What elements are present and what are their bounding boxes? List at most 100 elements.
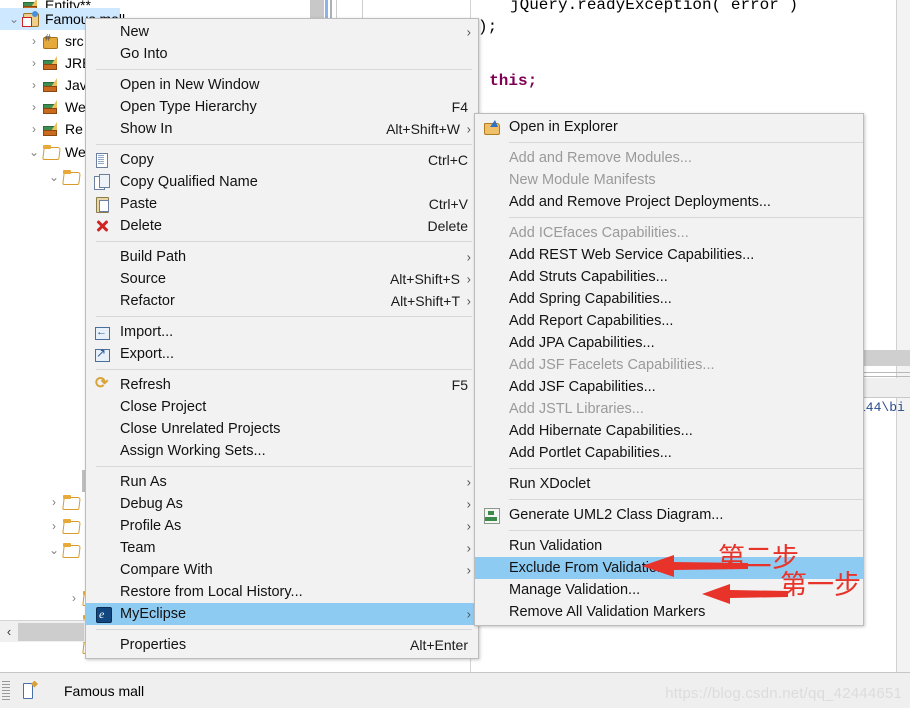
context-menu-item[interactable]: Profile As › — [86, 515, 478, 537]
menu-item-label: Profile As — [120, 518, 182, 534]
menu-separator — [96, 369, 472, 370]
context-menu-item[interactable]: Import... — [86, 321, 478, 343]
chevron-right-icon[interactable]: › — [26, 74, 42, 96]
chevron-right-icon[interactable]: › — [66, 587, 82, 609]
menu-separator — [509, 217, 863, 218]
context-menu-item[interactable]: Debug As › — [86, 493, 478, 515]
export-icon — [94, 345, 111, 362]
context-menu-item[interactable]: Refactor Alt+Shift+T › — [86, 290, 478, 312]
watermark-text: https://blog.csdn.net/qq_42444651 — [665, 685, 902, 702]
menu-separator — [96, 629, 472, 630]
menu-item-label: Assign Working Sets... — [120, 443, 266, 459]
submenu-item[interactable]: Add JSF Capabilities... — [475, 376, 863, 398]
context-menu-item[interactable]: Go Into — [86, 43, 478, 65]
submenu-item[interactable]: Generate UML2 Class Diagram... — [475, 504, 863, 526]
menu-item-label: Close Unrelated Projects — [120, 421, 281, 437]
context-menu-item[interactable]: Copy Qualified Name — [86, 171, 478, 193]
menu-item-shortcut: Ctrl+C — [427, 152, 468, 168]
status-grip-handle[interactable] — [2, 680, 10, 701]
editor-overview-ruler[interactable] — [896, 0, 910, 672]
submenu-item[interactable]: Add and Remove Project Deployments... — [475, 191, 863, 213]
context-menu-item[interactable]: Team › — [86, 537, 478, 559]
myeclipse-icon — [94, 606, 112, 623]
menu-item-label: Add and Remove Project Deployments... — [509, 194, 771, 210]
menu-item-shortcut: Delete — [427, 218, 468, 234]
myeclipse-submenu[interactable]: Open in Explorer Add and Remove Modules..… — [474, 113, 864, 626]
menu-item-label: Add JSF Facelets Capabilities... — [509, 357, 715, 373]
chevron-down-icon[interactable]: ⌄ — [26, 141, 42, 163]
folder-icon — [62, 518, 80, 534]
chevron-right-icon: › — [466, 121, 471, 137]
menu-separator — [509, 142, 863, 143]
chevron-right-icon[interactable]: › — [26, 96, 42, 118]
menu-item-label: Add Hibernate Capabilities... — [509, 423, 693, 439]
chevron-right-icon[interactable]: › — [26, 30, 42, 52]
chevron-down-icon[interactable]: ⌄ — [46, 539, 62, 561]
tree-item-label: Jav — [65, 77, 87, 93]
context-menu-item[interactable]: Export... — [86, 343, 478, 365]
context-menu-item[interactable]: Compare With › — [86, 559, 478, 581]
context-menu-item[interactable]: Source Alt+Shift+S › — [86, 268, 478, 290]
context-menu-item[interactable]: Copy Ctrl+C — [86, 149, 478, 171]
chevron-right-icon[interactable]: › — [26, 52, 42, 74]
submenu-item[interactable]: Run XDoclet — [475, 473, 863, 495]
submenu-item[interactable]: Run Validation — [475, 535, 863, 557]
code-line: n this; — [470, 72, 538, 90]
submenu-item[interactable]: Add Report Capabilities... — [475, 310, 863, 332]
submenu-item[interactable]: Add Portlet Capabilities... — [475, 442, 863, 464]
context-menu-item[interactable]: Show In Alt+Shift+W › — [86, 118, 478, 140]
context-menu-item[interactable]: Paste Ctrl+V — [86, 193, 478, 215]
scroll-left-arrow[interactable]: ‹ — [0, 624, 18, 639]
copy-icon — [94, 152, 111, 168]
context-menu-item[interactable]: Refresh F5 — [86, 374, 478, 396]
context-menu-item[interactable]: Delete Delete — [86, 215, 478, 237]
chevron-down-icon[interactable]: ⌄ — [6, 8, 22, 30]
submenu-item[interactable]: Add REST Web Service Capabilities... — [475, 244, 863, 266]
submenu-item[interactable]: Add Struts Capabilities... — [475, 266, 863, 288]
tree-horizontal-scrollbar[interactable]: ‹ — [0, 620, 85, 642]
context-menu-item[interactable]: New › — [86, 21, 478, 43]
context-menu-item[interactable]: Open in New Window — [86, 74, 478, 96]
eclipse-ide-window: jQuery.readyException( error ));n this;:… — [0, 0, 910, 708]
tree-item-label: Re — [65, 121, 83, 137]
context-menu-item[interactable]: Properties Alt+Enter — [86, 634, 478, 656]
submenu-item[interactable]: Open in Explorer — [475, 116, 863, 138]
menu-separator — [509, 499, 863, 500]
menu-item-label: Properties — [120, 637, 187, 653]
pen-overlay-icon — [51, 122, 57, 131]
overview-band — [856, 378, 910, 398]
menu-item-label: Build Path — [120, 249, 187, 265]
menu-item-label: Paste — [120, 196, 158, 212]
context-menu-item[interactable]: Build Path › — [86, 246, 478, 268]
menu-separator — [509, 530, 863, 531]
chevron-right-icon: › — [466, 249, 471, 265]
chevron-right-icon[interactable]: › — [46, 515, 62, 537]
import-icon — [94, 324, 111, 340]
menu-item-label: Run As — [120, 474, 167, 490]
chevron-right-icon[interactable]: › — [46, 491, 62, 513]
context-menu-item[interactable]: Close Unrelated Projects — [86, 418, 478, 440]
submenu-item[interactable]: Remove All Validation Markers — [475, 601, 863, 623]
context-menu-item[interactable]: MyEclipse › — [86, 603, 478, 625]
submenu-item[interactable]: Add Spring Capabilities... — [475, 288, 863, 310]
submenu-item[interactable]: Add Hibernate Capabilities... — [475, 420, 863, 442]
submenu-item[interactable]: Add JPA Capabilities... — [475, 332, 863, 354]
context-menu-item[interactable]: Run As › — [86, 471, 478, 493]
context-menu-item[interactable]: Open Type Hierarchy F4 — [86, 96, 478, 118]
tree-item-label: We — [65, 99, 86, 115]
uml-icon — [483, 507, 500, 524]
context-menu-item[interactable]: Close Project — [86, 396, 478, 418]
chevron-down-icon[interactable]: ⌄ — [46, 166, 62, 188]
context-menu-item[interactable]: Restore from Local History... — [86, 581, 478, 603]
chevron-right-icon[interactable]: › — [26, 118, 42, 140]
chevron-right-icon: › — [466, 24, 471, 40]
submenu-item[interactable]: Manage Validation... — [475, 579, 863, 601]
submenu-item[interactable]: Exclude From Validation — [475, 557, 863, 579]
scroll-thumb[interactable] — [18, 622, 84, 641]
project-context-menu[interactable]: New › Go Into Open in New Window Open Type H… — [85, 18, 479, 659]
tree-item-label: src — [65, 33, 84, 49]
menu-item-label: Refresh — [120, 377, 171, 393]
context-menu-item[interactable]: Assign Working Sets... — [86, 440, 478, 462]
explorer-icon — [483, 119, 500, 135]
menu-item-label: Import... — [120, 324, 174, 340]
